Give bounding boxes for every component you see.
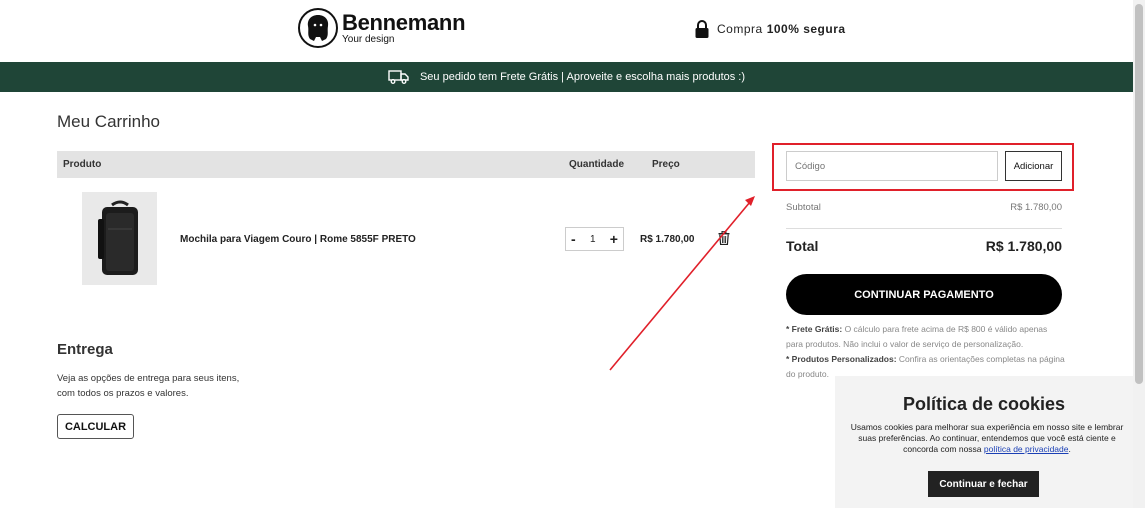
page-title: Meu Carrinho [57, 112, 160, 131]
lock-icon [695, 20, 709, 38]
summary-notes: * Frete Grátis: O cálculo para frete aci… [786, 322, 1066, 382]
cookie-message-end: . [1068, 444, 1071, 454]
calculate-shipping-button[interactable]: CALCULAR [57, 414, 134, 439]
cart-table-header: Produto Quantidade Preço [57, 151, 755, 178]
column-quantity: Quantidade [569, 159, 625, 170]
accept-cookies-button[interactable]: Continuar e fechar [928, 471, 1039, 497]
note-label: * Produtos Personalizados: [786, 354, 897, 364]
shipping-description: Veja as opções de entrega para seus iten… [57, 373, 240, 399]
shipping-title: Entrega [57, 341, 113, 358]
subtotal-label: Subtotal [786, 202, 821, 213]
note-label: * Frete Grátis: [786, 324, 843, 334]
brand-logo[interactable]: Bennemann Your design [298, 8, 466, 48]
product-image[interactable] [82, 192, 157, 285]
scrollbar-thumb[interactable] [1135, 4, 1143, 384]
page-scrollbar[interactable] [1133, 0, 1145, 508]
total-value: R$ 1.780,00 [985, 238, 1062, 254]
product-name[interactable]: Mochila para Viagem Couro | Rome 5855F P… [180, 234, 416, 245]
banner-text: Seu pedido tem Frete Grátis | Aproveite … [419, 71, 746, 83]
quantity-increase-button[interactable]: + [610, 231, 618, 247]
cookie-title: Política de cookies [902, 394, 1066, 414]
lion-logo-icon [298, 8, 338, 48]
cookie-text: Usamos cookies para melhorar sua experiê… [849, 422, 1125, 455]
free-shipping-banner: Seu pedido tem Frete Grátis | Aproveite … [0, 62, 1133, 92]
item-price: R$ 1.780,00 [640, 234, 695, 245]
annotation-highlight-box [772, 143, 1074, 191]
privacy-policy-link[interactable]: política de privacidade [984, 444, 1069, 454]
quantity-stepper: - 1 + [565, 227, 624, 251]
quantity-decrease-button[interactable]: - [571, 231, 576, 247]
remove-item-button[interactable] [718, 230, 730, 250]
secure-bold: 100% segura [766, 22, 846, 36]
continue-payment-button[interactable]: CONTINUAR PAGAMENTO [786, 274, 1062, 315]
cookie-banner: Política de cookies Usamos cookies para … [835, 376, 1133, 508]
summary-divider [786, 228, 1062, 229]
backpack-icon [97, 200, 138, 275]
secure-purchase: Compra 100% segura [695, 20, 846, 38]
subtotal-value: R$ 1.780,00 [1010, 202, 1062, 213]
brand-tagline: Your design [342, 33, 395, 45]
brand-name: Bennemann [342, 9, 466, 35]
trash-icon [718, 230, 730, 246]
quantity-value[interactable]: 1 [590, 234, 596, 245]
site-header: Bennemann Your design Compra 100% segura [0, 0, 1133, 62]
free-shipping-note: * Frete Grátis: O cálculo para frete aci… [786, 322, 1066, 352]
total-label: Total [786, 238, 819, 254]
column-product: Produto [63, 159, 102, 170]
truck-icon [388, 70, 409, 84]
column-price: Preço [652, 159, 680, 170]
secure-prefix: Compra [717, 22, 763, 36]
